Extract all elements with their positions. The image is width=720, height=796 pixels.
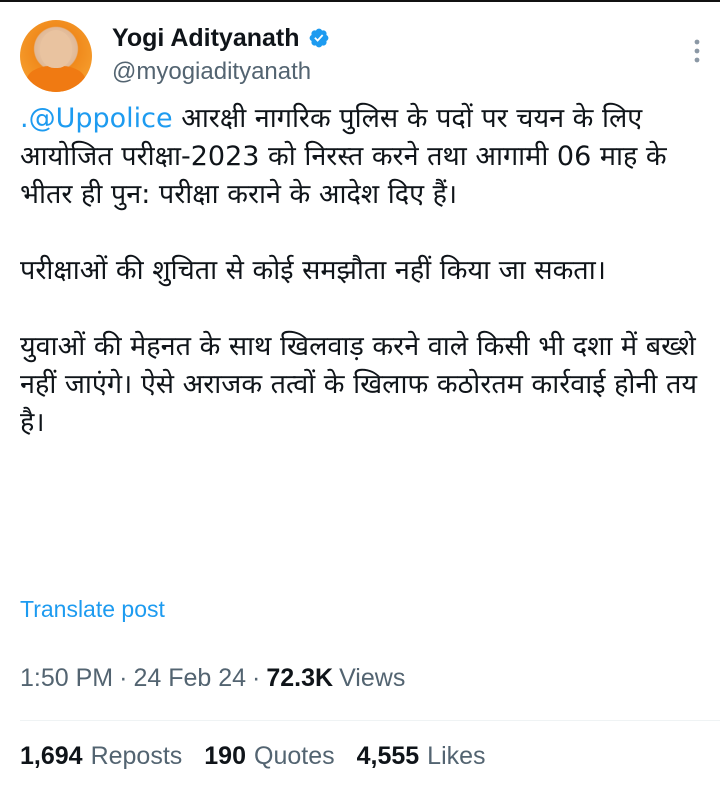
engagement-stats: 1,694 Reposts 190 Quotes 4,555 Likes <box>20 742 508 771</box>
quotes-label: Quotes <box>254 742 335 770</box>
tweet-paragraph-1: .@Uppolice आरक्षी नागरिक पुलिस के पदों प… <box>20 100 700 214</box>
quotes-count: 190 <box>204 742 246 770</box>
quotes-stat[interactable]: 190 Quotes <box>204 742 334 771</box>
meta-separator: · <box>119 664 128 692</box>
avatar-robe <box>26 66 86 92</box>
tweet-paragraph-3: युवाओं की मेहनत के साथ खिलवाड़ करने वाले… <box>20 331 706 438</box>
likes-label: Likes <box>427 742 486 770</box>
views-count: 72.3K <box>266 664 334 692</box>
views-label: Views <box>339 664 406 692</box>
display-name[interactable]: Yogi Adityanath <box>112 24 300 53</box>
reposts-count: 1,694 <box>20 742 83 770</box>
name-row: Yogi Adityanath <box>112 20 330 56</box>
more-options-icon[interactable] <box>684 36 710 66</box>
translate-post-link[interactable]: Translate post <box>20 596 165 623</box>
meta-separator: · <box>252 664 261 692</box>
tweet-paragraph-2: परीक्षाओं की शुचिता से कोई समझौता नहीं क… <box>20 255 606 286</box>
tweet-meta: 1:50 PM · 24 Feb 24 · 72.3K Views <box>20 664 405 693</box>
tweet-text: .@Uppolice आरक्षी नागरिक पुलिस के पदों प… <box>20 100 700 442</box>
divider <box>20 720 720 721</box>
avatar[interactable] <box>20 20 92 92</box>
reposts-label: Reposts <box>90 742 183 770</box>
post-time[interactable]: 1:50 PM <box>20 664 113 693</box>
avatar-face <box>40 30 72 68</box>
top-border <box>0 0 720 2</box>
mention-link[interactable]: .@Uppolice <box>20 103 173 134</box>
likes-count: 4,555 <box>356 742 420 770</box>
tweet-header: Yogi Adityanath @myogiadityanath <box>20 14 710 94</box>
handle[interactable]: @myogiadityanath <box>112 58 311 86</box>
likes-stat[interactable]: 4,555 Likes <box>357 742 486 771</box>
verified-badge-icon <box>309 28 328 48</box>
reposts-stat[interactable]: 1,694 Reposts <box>20 742 182 771</box>
post-date[interactable]: 24 Feb 24 <box>133 664 246 693</box>
